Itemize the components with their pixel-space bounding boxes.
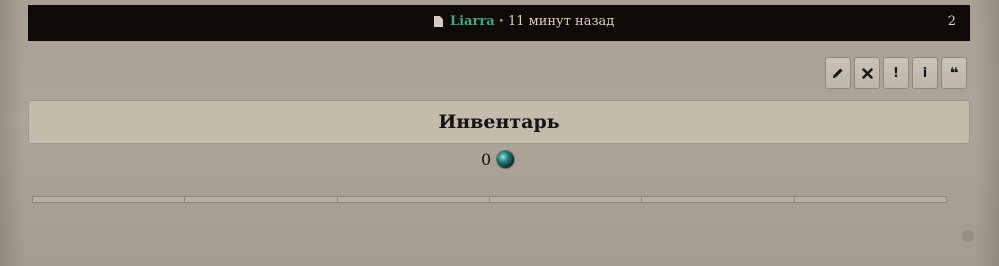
close-icon — [861, 67, 873, 79]
pencil-icon — [833, 68, 843, 78]
scroll-indicator-icon[interactable] — [962, 230, 974, 242]
page-edge-left — [0, 0, 24, 266]
edit-button[interactable] — [825, 57, 851, 89]
page-edge-right — [975, 0, 999, 266]
inventory-slot[interactable] — [184, 196, 337, 203]
post-header-bar: Liarra • 11 минут назад 2 — [28, 5, 970, 41]
post-number[interactable]: 2 — [948, 14, 956, 29]
inventory-title-bar: Инвентарь — [28, 100, 970, 144]
post-actions: ! i ❝ — [825, 57, 967, 89]
quote-icon: ❝ — [949, 64, 959, 82]
meta-separator: • — [498, 16, 504, 27]
post-timestamp[interactable]: 11 минут назад — [508, 14, 614, 29]
orb-icon — [497, 151, 515, 168]
inventory-title: Инвентарь — [438, 111, 560, 133]
quote-button[interactable]: ❝ — [941, 57, 967, 89]
inventory-slot[interactable] — [793, 196, 947, 203]
currency-display: 0 — [481, 150, 515, 169]
inventory-slot[interactable] — [488, 196, 642, 203]
currency-amount: 0 — [481, 150, 492, 169]
file-icon — [434, 16, 443, 27]
info-button[interactable]: i — [912, 57, 938, 89]
delete-button[interactable] — [854, 57, 880, 89]
exclamation-icon: ! — [893, 65, 899, 81]
report-button[interactable]: ! — [883, 57, 909, 89]
post-meta: Liarra • 11 минут назад — [434, 14, 614, 29]
inventory-slots — [32, 196, 947, 203]
inventory-slot[interactable] — [641, 196, 794, 203]
inventory-slot[interactable] — [336, 196, 489, 203]
inventory-slot[interactable] — [32, 196, 185, 203]
info-icon: i — [922, 65, 928, 81]
author-link[interactable]: Liarra — [450, 14, 495, 29]
